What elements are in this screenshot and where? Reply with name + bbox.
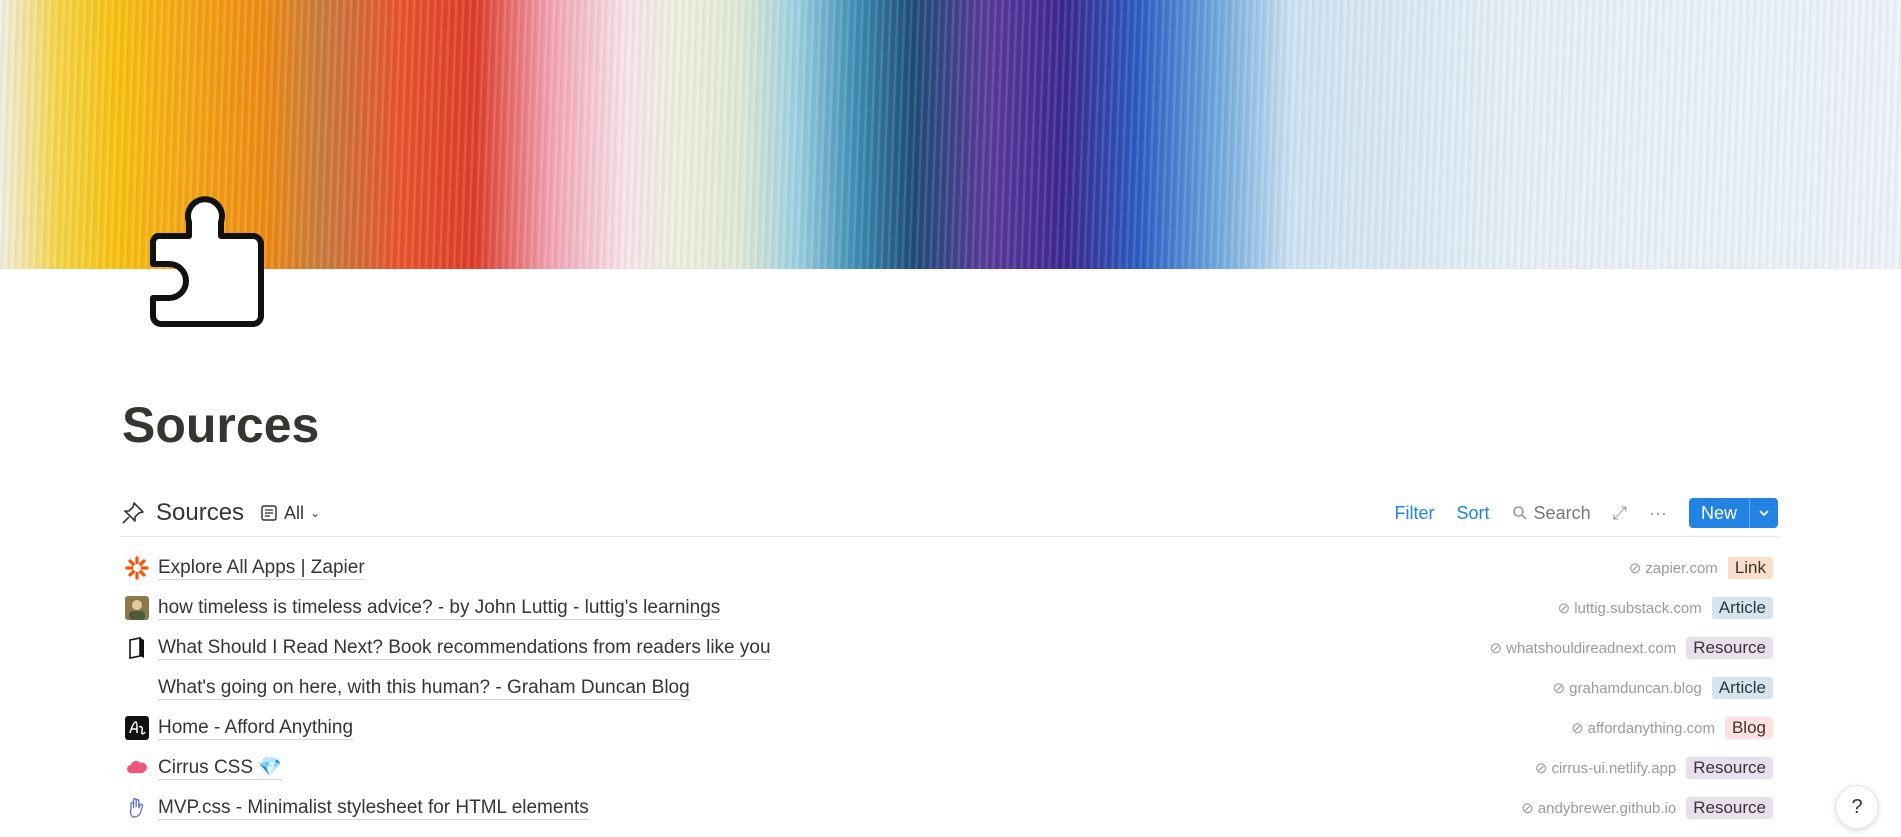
chevron-down-icon: ⌄: [310, 506, 321, 520]
link-icon: ⊘: [1557, 600, 1571, 617]
row-title[interactable]: Explore All Apps | Zapier: [158, 557, 365, 580]
database-header: Sources All ⌄ Filter Sort Search ⤢ ··· N…: [120, 490, 1780, 537]
sort-button[interactable]: Sort: [1457, 503, 1490, 524]
link-icon: ⊘: [1571, 720, 1584, 737]
url-text: luttig.substack.com: [1574, 599, 1702, 617]
row-properties: ⊘ whatshouldireadnext.com Resource: [1490, 637, 1773, 659]
hand-icon: [123, 796, 151, 820]
url-property[interactable]: ⊘ zapier.com: [1628, 559, 1718, 578]
new-button-group: New: [1688, 498, 1778, 528]
link-icon: ⊘: [1552, 680, 1566, 697]
type-tag: Article: [1711, 677, 1773, 699]
expand-icon[interactable]: ⤢: [1613, 503, 1627, 524]
row-properties: ⊘ cirrus-ui.netlify.app Resource: [1535, 757, 1773, 779]
list-item[interactable]: MVP.css - Minimalist stylesheet for HTML…: [120, 788, 1780, 828]
new-button[interactable]: New: [1689, 498, 1749, 528]
list-view-icon: [260, 504, 278, 522]
search-button[interactable]: Search: [1512, 503, 1591, 524]
puzzle-piece-icon[interactable]: [147, 178, 282, 328]
database-title-group[interactable]: Sources: [120, 499, 244, 527]
link-icon: ⊘: [1534, 760, 1548, 777]
list-item[interactable]: Home - Afford Anything ⊘ affordanything.c…: [120, 708, 1780, 748]
type-tag: Resource: [1686, 757, 1773, 779]
more-options-icon[interactable]: ···: [1649, 503, 1667, 524]
new-dropdown-chevron-icon[interactable]: [1749, 498, 1778, 528]
list-item[interactable]: Explore All Apps | Zapier ⊘ zapier.com Li…: [120, 548, 1780, 588]
list-item[interactable]: Cirrus CSS 💎 ⊘ cirrus-ui.netlify.app Reso…: [120, 748, 1780, 788]
url-property[interactable]: ⊘ luttig.substack.com: [1557, 599, 1702, 618]
database-list: Explore All Apps | Zapier ⊘ zapier.com Li…: [120, 548, 1780, 828]
url-text: andybrewer.github.io: [1537, 799, 1677, 817]
row-title[interactable]: MVP.css - Minimalist stylesheet for HTML…: [158, 797, 589, 820]
row-title[interactable]: Home - Afford Anything: [158, 717, 354, 740]
view-label: All: [284, 502, 305, 523]
empty-icon-slot: [123, 676, 151, 700]
type-tag: Article: [1711, 597, 1773, 619]
type-tag: Resource: [1686, 797, 1773, 819]
row-title[interactable]: Cirrus CSS 💎: [158, 757, 282, 780]
url-text: zapier.com: [1645, 559, 1718, 577]
url-property[interactable]: ⊘ affordanything.com: [1571, 719, 1715, 738]
pin-icon: [120, 500, 146, 526]
row-properties: ⊘ luttig.substack.com Article: [1558, 597, 1773, 619]
page-title: Sources: [122, 397, 320, 453]
url-text: affordanything.com: [1587, 719, 1715, 737]
zapier-icon: [123, 556, 151, 580]
row-title[interactable]: What's going on here, with this human? -…: [158, 677, 690, 700]
view-switcher[interactable]: All ⌄: [260, 503, 320, 524]
link-icon: ⊘: [1628, 560, 1642, 577]
list-item[interactable]: how timeless is timeless advice? - by Jo…: [120, 588, 1780, 628]
cover-image[interactable]: [0, 0, 1901, 269]
avatar-icon: [123, 596, 151, 620]
url-property[interactable]: ⊘ andybrewer.github.io: [1521, 799, 1677, 818]
cloud-icon: [123, 756, 151, 780]
url-text: cirrus-ui.netlify.app: [1551, 759, 1677, 777]
row-properties: ⊘ andybrewer.github.io Resource: [1521, 797, 1773, 819]
row-title[interactable]: What Should I Read Next? Book recommenda…: [158, 637, 771, 660]
type-tag: Blog: [1724, 717, 1773, 739]
link-icon: ⊘: [1521, 800, 1534, 817]
help-button[interactable]: ?: [1835, 785, 1879, 829]
url-property[interactable]: ⊘ grahamduncan.blog: [1552, 679, 1702, 698]
url-property[interactable]: ⊘ whatshouldireadnext.com: [1489, 639, 1677, 658]
filter-button[interactable]: Filter: [1395, 503, 1435, 524]
database-title[interactable]: Sources: [156, 499, 244, 527]
type-tag: Link: [1727, 557, 1773, 579]
link-icon: ⊘: [1489, 640, 1503, 657]
row-properties: ⊘ grahamduncan.blog Article: [1553, 677, 1773, 699]
type-tag: Resource: [1686, 637, 1773, 659]
row-properties: ⊘ zapier.com Link: [1629, 557, 1773, 579]
search-label: Search: [1533, 502, 1591, 523]
url-text: grahamduncan.blog: [1569, 679, 1702, 697]
row-title[interactable]: how timeless is timeless advice? - by Jo…: [158, 597, 721, 620]
list-item[interactable]: What Should I Read Next? Book recommenda…: [120, 628, 1780, 668]
search-icon: [1512, 505, 1528, 521]
book-icon: [123, 636, 151, 660]
afford-anything-icon: [123, 716, 151, 740]
url-text: whatshouldireadnext.com: [1506, 639, 1677, 657]
row-properties: ⊘ affordanything.com Blog: [1571, 717, 1773, 739]
list-item[interactable]: What's going on here, with this human? -…: [120, 668, 1780, 708]
url-property[interactable]: ⊘ cirrus-ui.netlify.app: [1534, 759, 1677, 778]
database-toolbar: Filter Sort Search ⤢ ··· New: [1395, 498, 1780, 528]
